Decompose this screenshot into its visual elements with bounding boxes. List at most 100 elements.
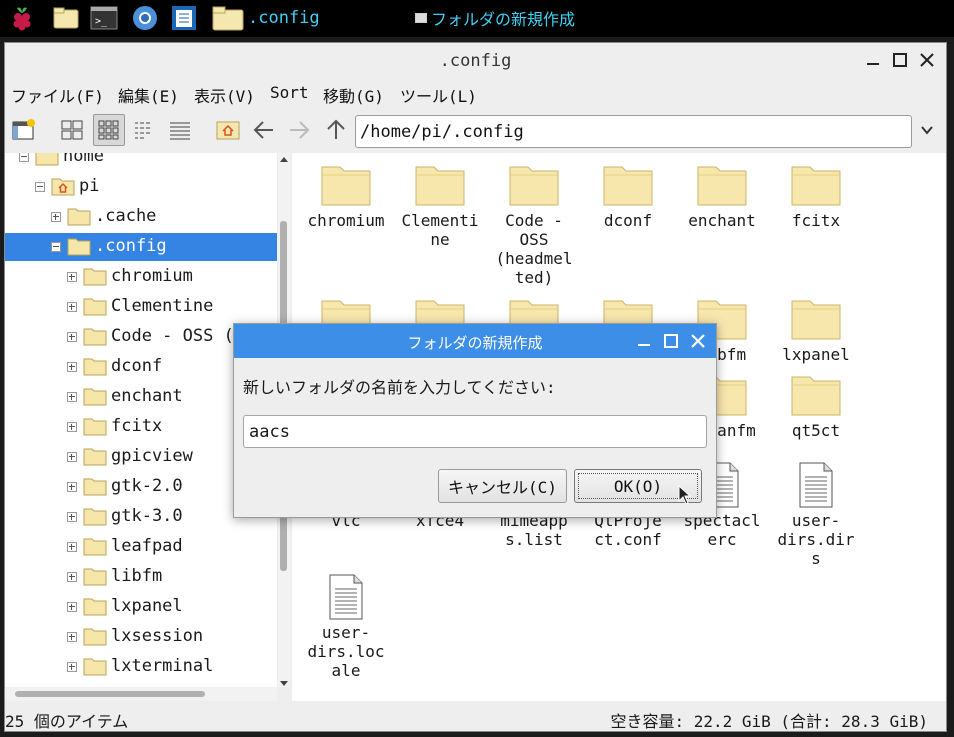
thumbnail-view-icon [98,120,119,140]
expand-icon[interactable] [67,572,77,582]
menu-tools[interactable]: ツール(L) [400,83,477,107]
folder-item[interactable]: Clementi ne [394,161,486,249]
tree-item[interactable]: lxsession [5,623,277,651]
file-item[interactable]: user- dirs.dir s [770,461,862,568]
expand-icon[interactable] [67,542,77,552]
file-label: Code - OSS (headmel ted) [495,211,573,287]
maximize-icon[interactable] [891,51,909,69]
tree-item[interactable]: .config [5,233,277,261]
menu-file[interactable]: ファイル(F) [11,83,104,107]
expand-icon[interactable] [67,512,77,522]
file-item[interactable]: user- dirs.loc ale [300,573,392,680]
svg-text:>_: >_ [95,16,108,27]
tree-item[interactable]: lxpanel [5,593,277,621]
file-label: Clementi ne [401,211,479,249]
text-editor-icon[interactable] [170,4,198,32]
expand-icon[interactable] [67,662,77,672]
collapse-icon[interactable] [19,153,29,162]
tree-item-label: lxterminal [111,656,214,676]
expand-icon[interactable] [67,482,77,492]
list-view-icon [170,122,190,140]
dialog-title-bar[interactable]: フォルダの新規作成 [234,324,716,358]
tree-item[interactable]: libfm [5,563,277,591]
folder-icon [83,386,107,406]
expand-icon[interactable] [67,602,77,612]
expand-icon[interactable] [67,452,77,462]
browser-icon[interactable] [131,4,159,32]
folder-icon [508,161,560,207]
icon-view-icon [61,120,83,140]
expand-icon[interactable] [67,272,77,282]
dialog-close-icon[interactable] [690,333,706,349]
forward-button[interactable] [286,117,312,143]
folder-icon [83,356,107,376]
expand-icon[interactable] [67,392,77,402]
home-icon [216,121,240,140]
folder-item[interactable]: fcitx [770,161,862,230]
compact-view-icon [135,122,150,139]
up-button[interactable] [323,117,349,143]
folder-item[interactable]: dconf [582,161,674,230]
expand-icon[interactable] [67,362,77,372]
tree-horizontal-scrollbar-thumb[interactable] [15,691,205,697]
folder-item[interactable]: Code - OSS (headmel ted) [488,161,580,287]
thumbnail-view-button[interactable] [93,114,125,146]
expand-icon[interactable] [67,332,77,342]
tree-item[interactable]: lxterminal [5,653,277,681]
tree-item[interactable]: home [5,153,277,171]
file-label: chromium [307,211,385,230]
raspberry-menu-icon[interactable] [8,4,36,32]
folder-item[interactable]: lxpanel [770,295,862,364]
chevron-down-icon[interactable] [920,123,934,137]
folder-item[interactable]: chromium [300,161,392,230]
menu-sort[interactable]: Sort [270,83,309,102]
folder-icon [83,446,107,466]
folder-icon [790,161,842,207]
tree-item[interactable]: .cache [5,203,277,231]
cancel-button[interactable]: キャンセル(C) [438,469,567,503]
tree-item[interactable]: leafpad [5,533,277,561]
file-label: lxpanel [782,345,850,364]
path-input[interactable]: /home/pi/.config [355,115,912,148]
taskbar-dialog-button[interactable]: フォルダの新規作成 [415,3,575,33]
folder-item[interactable]: enchant [676,161,768,230]
close-icon[interactable] [918,51,936,69]
minimize-icon[interactable] [864,51,882,69]
compact-view-button[interactable] [132,117,158,143]
expand-icon[interactable] [51,212,61,222]
file-label: qt5ct [791,421,841,440]
expand-icon[interactable] [67,302,77,312]
collapse-icon[interactable] [35,182,45,192]
up-arrow-icon [327,119,345,139]
folder-icon [790,371,842,417]
menu-edit[interactable]: 編集(E) [118,83,179,107]
expand-icon[interactable] [67,632,77,642]
tree-item[interactable]: Clementine [5,293,277,321]
mouse-cursor-icon [678,485,692,505]
taskbar-folder-button[interactable]: .config [212,3,320,33]
tree-item[interactable]: chromium [5,263,277,291]
home-button[interactable] [215,117,241,143]
list-view-button[interactable] [167,117,193,143]
collapse-icon[interactable] [51,242,61,252]
tree-item-label: dconf [111,356,163,376]
icon-view-button[interactable] [59,117,85,143]
terminal-icon[interactable]: >_ [90,4,118,32]
new-window-button[interactable] [11,117,37,143]
scroll-down-icon[interactable] [279,680,289,688]
expand-icon[interactable] [67,422,77,432]
file-label: user- dirs.dir s [777,511,855,568]
title-bar[interactable]: .config [5,43,946,79]
scroll-up-icon[interactable] [279,155,289,163]
tree-item-label: gtk-2.0 [111,476,183,496]
dialog-maximize-icon[interactable] [663,333,679,349]
taskbar-folder-label: .config [248,8,320,28]
folder-name-input[interactable]: aacs [243,415,707,448]
file-manager-icon[interactable] [52,4,80,32]
back-button[interactable] [251,117,277,143]
menu-go[interactable]: 移動(G) [323,83,384,107]
tree-item[interactable]: pi [5,173,277,201]
folder-item[interactable]: qt5ct [770,371,862,440]
dialog-minimize-icon[interactable] [636,334,652,350]
menu-view[interactable]: 表示(V) [194,83,255,107]
